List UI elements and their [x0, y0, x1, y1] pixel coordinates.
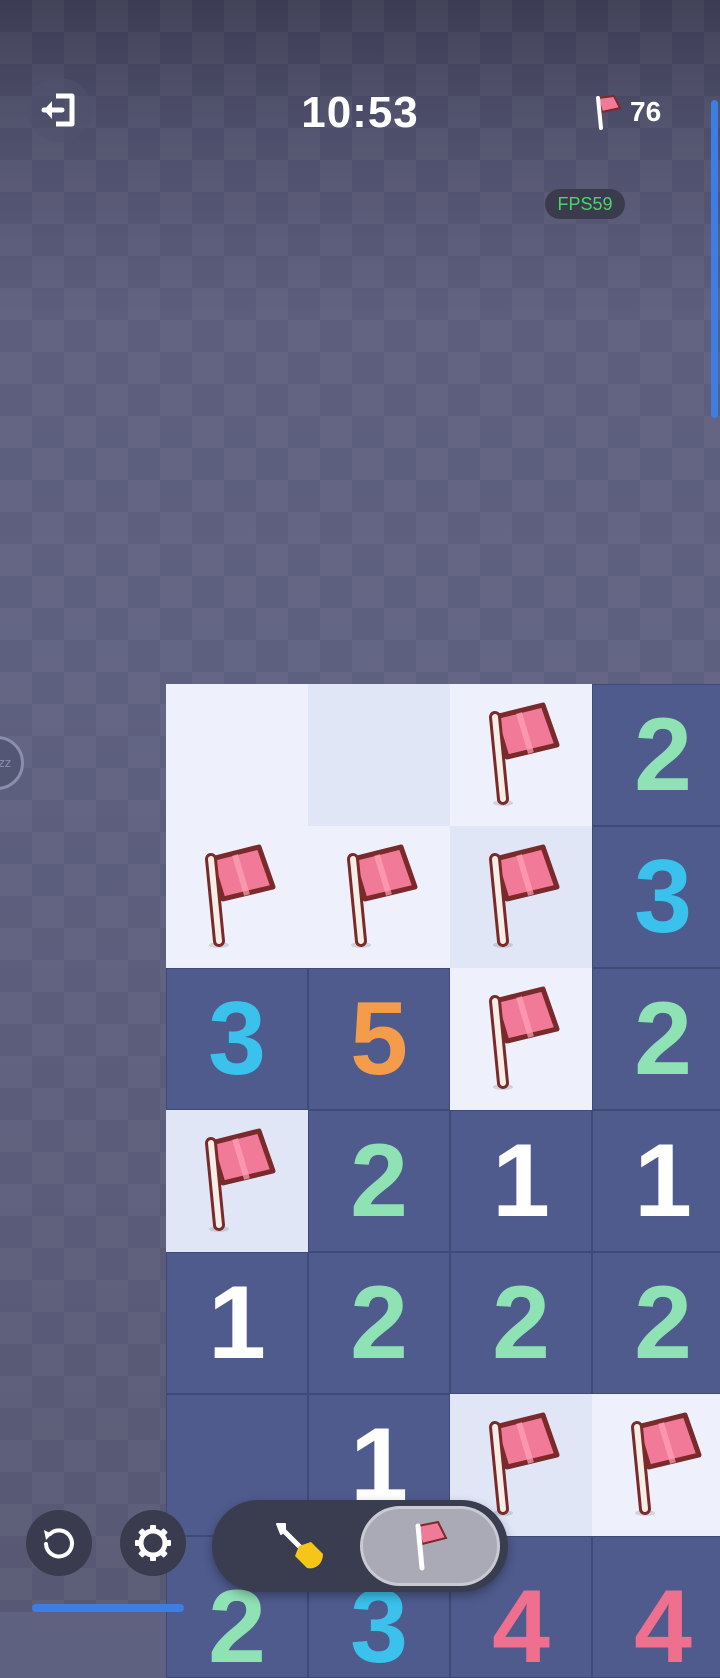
board-cell[interactable] [308, 826, 450, 968]
board-cell[interactable]: 1 [592, 1110, 720, 1252]
board-cell[interactable]: 5 [308, 968, 450, 1110]
flag-mode-icon [415, 1520, 448, 1571]
minefield-board[interactable]: 2335221112221 [166, 684, 720, 1536]
cell-number: 2 [634, 1265, 692, 1381]
board-cell[interactable]: 2 [308, 1252, 450, 1394]
flag-icon [489, 702, 560, 806]
board-cell[interactable] [592, 1394, 720, 1536]
cell-number: 2 [350, 1265, 408, 1381]
cell-number: 4 [492, 1569, 550, 1678]
cell-number: 3 [208, 981, 266, 1097]
flag-icon [596, 94, 622, 130]
board-cell[interactable]: 3 [166, 968, 308, 1110]
board-cell[interactable]: 2 [308, 1110, 450, 1252]
board-cell[interactable]: 1 [166, 1252, 308, 1394]
board-cell[interactable]: 2 [592, 684, 720, 826]
cell-number: 2 [634, 697, 692, 813]
board-cell[interactable] [166, 684, 308, 826]
restart-button[interactable] [26, 1510, 92, 1576]
cell-number: 4 [634, 1569, 692, 1678]
flag-icon [489, 844, 560, 948]
board-cell[interactable] [450, 684, 592, 826]
side-indicator-label: zz [0, 756, 11, 770]
cell-number: 2 [492, 1265, 550, 1381]
flag-icon [631, 1412, 702, 1516]
cell-number: 1 [634, 1123, 692, 1239]
flag-icon [205, 844, 276, 948]
scrollbar[interactable] [711, 100, 718, 418]
settings-button[interactable] [120, 1510, 186, 1576]
flag-mode-button[interactable] [360, 1506, 500, 1586]
flag-icon [347, 844, 418, 948]
board-cell[interactable]: 2 [450, 1252, 592, 1394]
cell-number: 2 [350, 1123, 408, 1239]
board-cell[interactable]: 2 [592, 968, 720, 1110]
cell-number: 3 [634, 839, 692, 955]
cell-number: 2 [634, 981, 692, 1097]
gear-icon [135, 1525, 171, 1561]
mode-toggle[interactable] [212, 1500, 508, 1592]
board-cell[interactable]: 3 [592, 826, 720, 968]
board-cell[interactable]: 1 [450, 1110, 592, 1252]
flags-remaining: 76 [630, 96, 662, 127]
fps-badge: FPS59 [545, 189, 625, 219]
board-cell[interactable] [308, 684, 450, 826]
cell-number: 1 [492, 1123, 550, 1239]
home-indicator [32, 1604, 184, 1612]
board-cell[interactable]: 4 [592, 1536, 720, 1678]
cell-number: 5 [350, 981, 408, 1097]
board-cell[interactable]: 2 [592, 1252, 720, 1394]
board-cell[interactable] [450, 968, 592, 1110]
dig-mode-button[interactable] [234, 1510, 364, 1582]
flag-icon [205, 1128, 276, 1232]
restart-icon [44, 1528, 74, 1559]
flag-counter: 76 [592, 94, 661, 130]
board-cell[interactable] [450, 826, 592, 968]
flag-icon [489, 986, 560, 1090]
cell-number: 1 [208, 1265, 266, 1381]
board-cell[interactable] [166, 1110, 308, 1252]
flag-icon [489, 1412, 560, 1516]
board-cell[interactable] [166, 826, 308, 968]
shovel-icon [276, 1523, 323, 1569]
